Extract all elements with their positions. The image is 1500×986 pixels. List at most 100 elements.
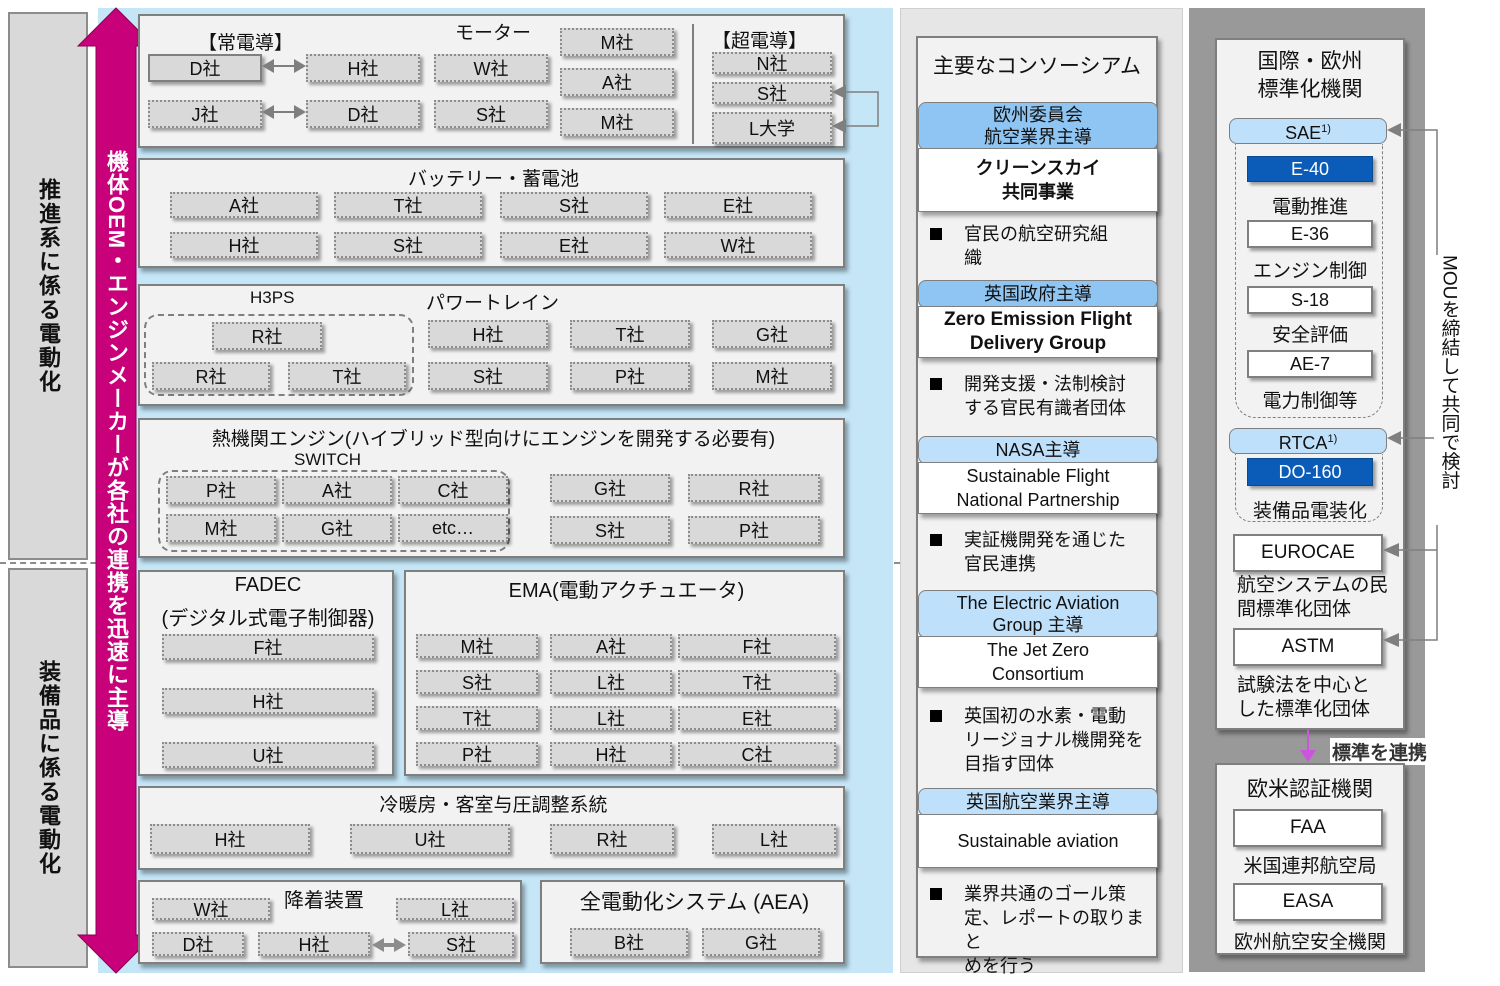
company-box: A社 [170, 192, 318, 218]
rtca-label-text: RTCA [1278, 433, 1328, 453]
consortium-header: 欧州委員会 航空業界主導 [918, 102, 1158, 150]
faa-box: FAA [1233, 809, 1383, 847]
company-box: L社 [550, 706, 672, 730]
title-line: 国際・欧州 [1257, 50, 1363, 73]
down-arrow-icon [1300, 730, 1316, 762]
company-box: M社 [712, 362, 832, 390]
eurocae-desc: 航空システムの民 間標準化団体 [1237, 574, 1388, 622]
name-line: Consortium [991, 664, 1085, 684]
name-line: Sustainable Flight [966, 466, 1110, 486]
equipment-label-text: 装備品に係る電動化 [36, 660, 61, 876]
consortium-description: 業界共通のゴール策 定、レポートの取りまと めを行う [918, 882, 1154, 978]
aea-title: 全電動化システム (AEA) [579, 891, 810, 914]
heat-engine-panel: 熱機関エンジン(ハイブリッド型向けにエンジンを開発する必要有) SWITCH P… [138, 418, 845, 558]
company-box: C社 [398, 476, 508, 504]
consortium-header: NASA主導 [918, 436, 1158, 464]
super-link-arrow-icon [832, 85, 879, 133]
company-box: M社 [560, 108, 674, 136]
battery-title: バッテリー・蓄電池 [407, 169, 579, 190]
company-box: A社 [282, 476, 392, 504]
company-box: F社 [162, 634, 374, 660]
company-box: S社 [500, 192, 648, 218]
certification-title: 欧米認証機関 [1247, 778, 1373, 801]
equipment-section-label: 装備品に係る電動化 [8, 568, 88, 968]
powertrain-panel: H3PS パワートレイン R社 R社 T社 H社 T社 G社 S社 P社 M社 [138, 284, 845, 406]
company-box: H社 [428, 320, 548, 348]
bullet-icon [930, 378, 942, 390]
header-line: 英国政府主導 [984, 284, 1092, 304]
company-box: H社 [258, 932, 370, 956]
company-box: G社 [702, 928, 820, 956]
standard-desc: エンジン制御 [1252, 261, 1367, 282]
desc-line: リージョナル機開発を [964, 730, 1144, 750]
company-box: N社 [712, 52, 832, 74]
normal-conducting-label: 【常電導】 [198, 33, 294, 54]
battery-panel: バッテリー・蓄電池 A社 T社 S社 E社 H社 S社 E社 W社 [138, 158, 845, 268]
desc-line: めを行う [964, 956, 1036, 976]
standard-code: S-18 [1247, 286, 1373, 314]
consortium-title: 主要なコンソーシアム [932, 55, 1142, 78]
easa-desc: 欧州航空安全機関 [1233, 932, 1386, 953]
bullet-icon [930, 228, 942, 240]
consortium-description: 官民の航空研究組 織 [918, 222, 1154, 270]
motor-divider [692, 24, 694, 144]
sae-label: SAE1) [1285, 118, 1331, 144]
company-box: H社 [550, 742, 672, 766]
hvac-panel: 冷暖房・客室与圧調整系統 H社 U社 R社 L社 [138, 786, 845, 870]
company-box: L社 [550, 670, 672, 694]
company-box: R社 [212, 322, 322, 350]
standards-panel: 国際・欧州 標準化機関 SAE1) E-40 電動推進 E-36 エンジン制御 … [1215, 38, 1405, 730]
standard-desc: 装備品電装化 [1252, 501, 1367, 522]
desc-line: 目指す団体 [964, 754, 1054, 774]
company-box: T社 [570, 320, 690, 348]
company-box: etc… [398, 514, 508, 542]
consortium-name-box: Zero Emission Flight Delivery Group [918, 306, 1158, 358]
standard-code: DO-160 [1247, 458, 1373, 486]
company-box: R社 [550, 824, 674, 854]
company-box: T社 [334, 192, 482, 218]
company-box: U社 [162, 742, 374, 768]
rtca-header: RTCA1) [1229, 428, 1387, 454]
switch-label: SWITCH [294, 450, 362, 469]
astm-desc: 試験法を中心と した標準化団体 [1237, 674, 1370, 722]
desc-line: 航空システムの民 [1237, 575, 1389, 596]
company-box: E社 [500, 232, 648, 258]
motor-panel: モーター 【常電導】 【超電導】 D社 H社 W社 J社 D社 S社 M社 A社… [138, 14, 845, 148]
link-standards-label: 標準を連携 [1330, 738, 1430, 765]
company-box: B社 [570, 928, 688, 956]
name-line: Delivery Group [969, 333, 1107, 354]
mou-label: MOUを締結して共同で検討 [1434, 255, 1464, 525]
company-box: D社 [148, 54, 262, 82]
hvac-title: 冷暖房・客室与圧調整系統 [379, 795, 608, 816]
eurocae-box: EUROCAE [1233, 534, 1383, 572]
sae-header: SAE1) [1229, 118, 1387, 144]
standards-title: 国際・欧州 標準化機関 [1217, 48, 1403, 104]
consortium-name-box: The Jet Zero Consortium [918, 636, 1158, 688]
company-box: L社 [712, 824, 836, 854]
desc-line: 定、レポートの取りまと [964, 908, 1144, 952]
company-box: L大学 [712, 112, 832, 144]
standard-code: E-40 [1247, 156, 1373, 182]
company-box: H社 [306, 54, 420, 82]
footnote-marker: 1) [1327, 433, 1338, 445]
company-box: P社 [416, 742, 538, 766]
company-box: U社 [350, 824, 510, 854]
company-box: H社 [162, 688, 374, 714]
name-line: National Partnership [956, 490, 1120, 510]
easa-box: EASA [1233, 883, 1383, 921]
motor-title: モーター [455, 23, 532, 44]
consortium-description: 実証機開発を通じた 官民連携 [918, 528, 1154, 576]
fadec-subtitle: (デジタル式電子制御器) [161, 608, 375, 630]
consortium-header: The Electric Aviation Group 主導 [918, 590, 1158, 638]
superconducting-label: 【超電導】 [712, 31, 808, 52]
standard-code: AE-7 [1247, 350, 1373, 378]
company-box: P社 [570, 362, 690, 390]
title-line: 標準化機関 [1257, 78, 1363, 101]
propulsion-label-text: 推進系に係る電動化 [36, 178, 61, 394]
consortium-header: 英国航空業界主導 [918, 788, 1158, 816]
bullet-icon [930, 710, 942, 722]
header-line: Group 主導 [992, 615, 1084, 635]
company-box: E社 [678, 706, 836, 730]
standard-desc: 電力制御等 [1262, 391, 1358, 412]
mou-label-text: MOUを締結して共同で検討 [1438, 255, 1460, 490]
